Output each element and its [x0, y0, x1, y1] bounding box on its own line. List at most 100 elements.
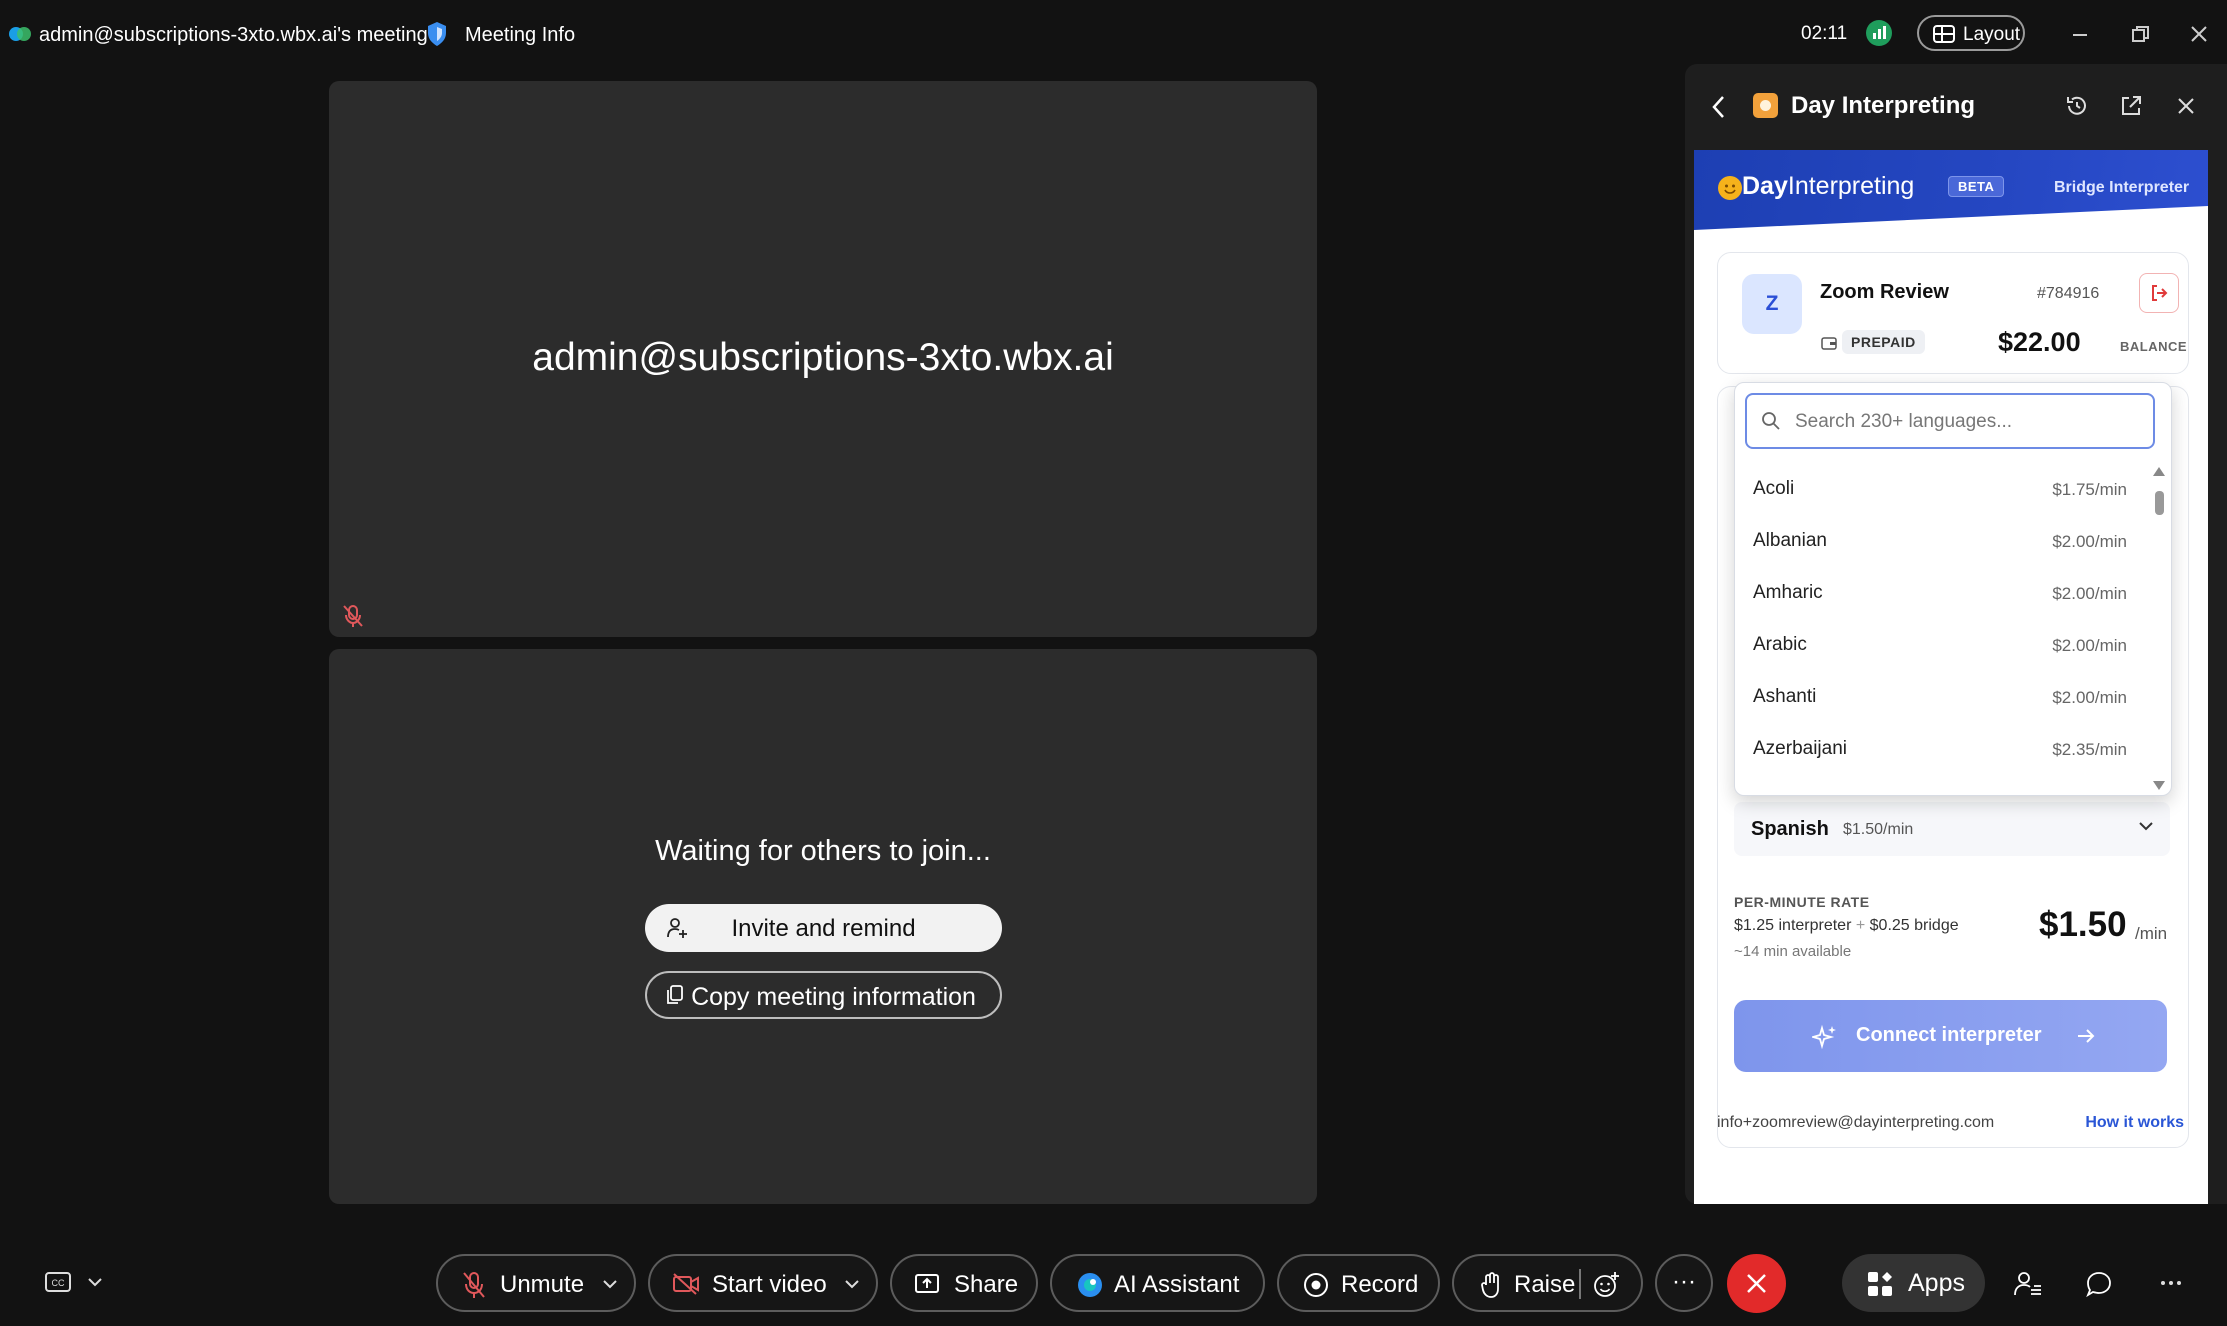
logout-icon	[2152, 285, 2168, 301]
meeting-title: admin@subscriptions-3xto.wbx.ai's meetin…	[39, 24, 428, 46]
participants-icon[interactable]	[2013, 1270, 2043, 1298]
language-option[interactable]: Amharic $2.00/min	[1735, 567, 2145, 619]
minutes-available: ~14 min available	[1734, 943, 1852, 960]
sparkle-icon	[1812, 1024, 1836, 1050]
participant-name: admin@subscriptions-3xto.wbx.ai	[532, 336, 1114, 379]
title-bar: admin@subscriptions-3xto.wbx.ai's meetin…	[0, 0, 2227, 70]
waiting-message: Waiting for others to join...	[655, 835, 991, 867]
more-horizontal-icon[interactable]	[2160, 1276, 2182, 1290]
rate-value: $1.50	[2039, 905, 2127, 944]
record-icon	[1304, 1273, 1328, 1297]
back-arrow-icon[interactable]	[1709, 94, 1729, 120]
language-option[interactable]: Ashanti $2.00/min	[1735, 671, 2145, 723]
scrollbar-thumb[interactable]	[2155, 491, 2164, 515]
raise-label: Raise	[1514, 1271, 1576, 1298]
account-id: #784916	[2037, 285, 2100, 302]
language-rate: $1.75/min	[2052, 480, 2127, 499]
more-options-button[interactable]: ···	[1655, 1254, 1713, 1312]
chevron-down-icon[interactable]	[86, 1274, 104, 1290]
chat-icon[interactable]	[2085, 1270, 2113, 1298]
day-interpreting-app: DayInterpreting BETA Bridge Interpreter …	[1694, 150, 2208, 1204]
mode-label: Bridge Interpreter	[2054, 179, 2190, 196]
logout-button[interactable]	[2139, 273, 2179, 313]
meeting-timer: 02:11	[1801, 23, 1848, 44]
language-option[interactable]: Azerbaijani $2.35/min	[1735, 723, 2145, 775]
captions-icon[interactable]: CC	[44, 1270, 74, 1296]
language-search[interactable]	[1745, 393, 2155, 449]
waiting-tile: Waiting for others to join... Invite and…	[329, 649, 1317, 1204]
apps-button[interactable]: Apps	[1842, 1254, 1985, 1312]
language-name: Ashanti	[1753, 686, 1817, 707]
app-brand: DayInterpreting	[1742, 172, 1915, 200]
layout-button[interactable]: Layout	[1917, 15, 2025, 51]
copy-meeting-info-button[interactable]: Copy meeting information	[645, 971, 1002, 1019]
close-panel-icon[interactable]	[2173, 93, 2199, 119]
chevron-down-icon[interactable]	[602, 1278, 618, 1290]
language-list: Acoli $1.75/min Albanian $2.00/min Amhar…	[1735, 463, 2145, 775]
language-option[interactable]: Arabic $2.00/min	[1735, 619, 2145, 671]
unmute-button[interactable]: Unmute	[436, 1254, 636, 1312]
avatar: Z	[1742, 274, 1802, 334]
account-card: Z Zoom Review #784916 PREPAID $22.00 BAL…	[1717, 252, 2189, 374]
language-option[interactable]: Albanian $2.00/min	[1735, 515, 2145, 567]
close-icon	[1747, 1274, 1766, 1293]
participant-video-tile[interactable]: admin@subscriptions-3xto.wbx.ai	[329, 81, 1317, 637]
language-dropdown: Acoli $1.75/min Albanian $2.00/min Amhar…	[1734, 382, 2172, 796]
language-rate: $2.00/min	[2052, 584, 2127, 603]
share-button[interactable]: Share	[890, 1254, 1038, 1312]
start-video-button[interactable]: Start video	[648, 1254, 878, 1312]
how-it-works-link[interactable]: How it works	[2085, 1114, 2184, 1132]
video-off-icon	[673, 1273, 699, 1295]
webex-logo-icon	[9, 27, 31, 41]
scroll-down-arrow[interactable]	[2153, 781, 2165, 790]
copy-label: Copy meeting information	[691, 983, 976, 1011]
record-button[interactable]: Record	[1277, 1254, 1440, 1312]
language-name: Albanian	[1753, 530, 1827, 551]
layout-grid-icon	[1933, 25, 1955, 43]
close-icon[interactable]	[2187, 22, 2211, 46]
app-side-panel: Day Interpreting DayInterpreting BETA Br…	[1685, 64, 2227, 1204]
end-call-button[interactable]	[1727, 1254, 1786, 1313]
raise-hand-button[interactable]: Raise	[1452, 1254, 1643, 1312]
record-label: Record	[1341, 1271, 1419, 1298]
reactions-icon[interactable]	[1592, 1271, 1620, 1299]
language-name: Arabic	[1753, 634, 1807, 655]
support-email[interactable]: info+zoomreview@dayinterpreting.com	[1717, 1114, 1994, 1132]
language-option[interactable]: Acoli $1.75/min	[1735, 463, 2145, 515]
day-interpreting-app-icon	[1753, 93, 1778, 118]
language-rate: $2.00/min	[2052, 688, 2127, 707]
invite-label: Invite and remind	[731, 915, 916, 942]
scroll-up-arrow[interactable]	[2153, 467, 2165, 476]
unmute-label: Unmute	[500, 1271, 585, 1298]
shield-icon[interactable]	[426, 21, 448, 47]
share-screen-icon	[915, 1274, 939, 1293]
balance-value: $22.00	[1998, 327, 2081, 357]
restore-icon[interactable]	[2128, 22, 2152, 46]
wallet-icon	[1821, 337, 1837, 350]
divider	[1579, 1269, 1581, 1299]
layout-label: Layout	[1963, 24, 2021, 45]
refresh-icon[interactable]	[2064, 93, 2090, 119]
ai-assistant-icon	[1078, 1273, 1102, 1297]
language-select[interactable]: Spanish $1.50/min	[1734, 802, 2170, 856]
selected-language-rate: $1.50/min	[1843, 821, 1914, 838]
minimize-icon[interactable]	[2068, 22, 2092, 46]
start-video-label: Start video	[712, 1271, 827, 1298]
meeting-info-link[interactable]: Meeting Info	[465, 24, 575, 47]
panel-title: Day Interpreting	[1791, 92, 1976, 119]
ai-assistant-button[interactable]: AI Assistant	[1050, 1254, 1265, 1312]
muted-mic-icon	[343, 605, 363, 627]
invite-and-remind-button[interactable]: Invite and remind	[645, 904, 1002, 952]
plan-badge: PREPAID	[1842, 330, 1925, 354]
apps-label: Apps	[1908, 1269, 1965, 1297]
ai-assistant-label: AI Assistant	[1114, 1271, 1240, 1298]
muted-mic-icon	[463, 1272, 485, 1298]
connect-interpreter-button[interactable]: Connect interpreter	[1734, 1000, 2167, 1072]
pop-out-icon[interactable]	[2118, 93, 2144, 119]
chevron-down-icon[interactable]	[844, 1278, 860, 1290]
signal-icon[interactable]	[1866, 20, 1892, 46]
search-input[interactable]	[1793, 407, 2137, 437]
language-name: Acoli	[1753, 478, 1795, 499]
share-label: Share	[954, 1271, 1019, 1298]
apps-grid-icon	[1868, 1272, 1892, 1296]
